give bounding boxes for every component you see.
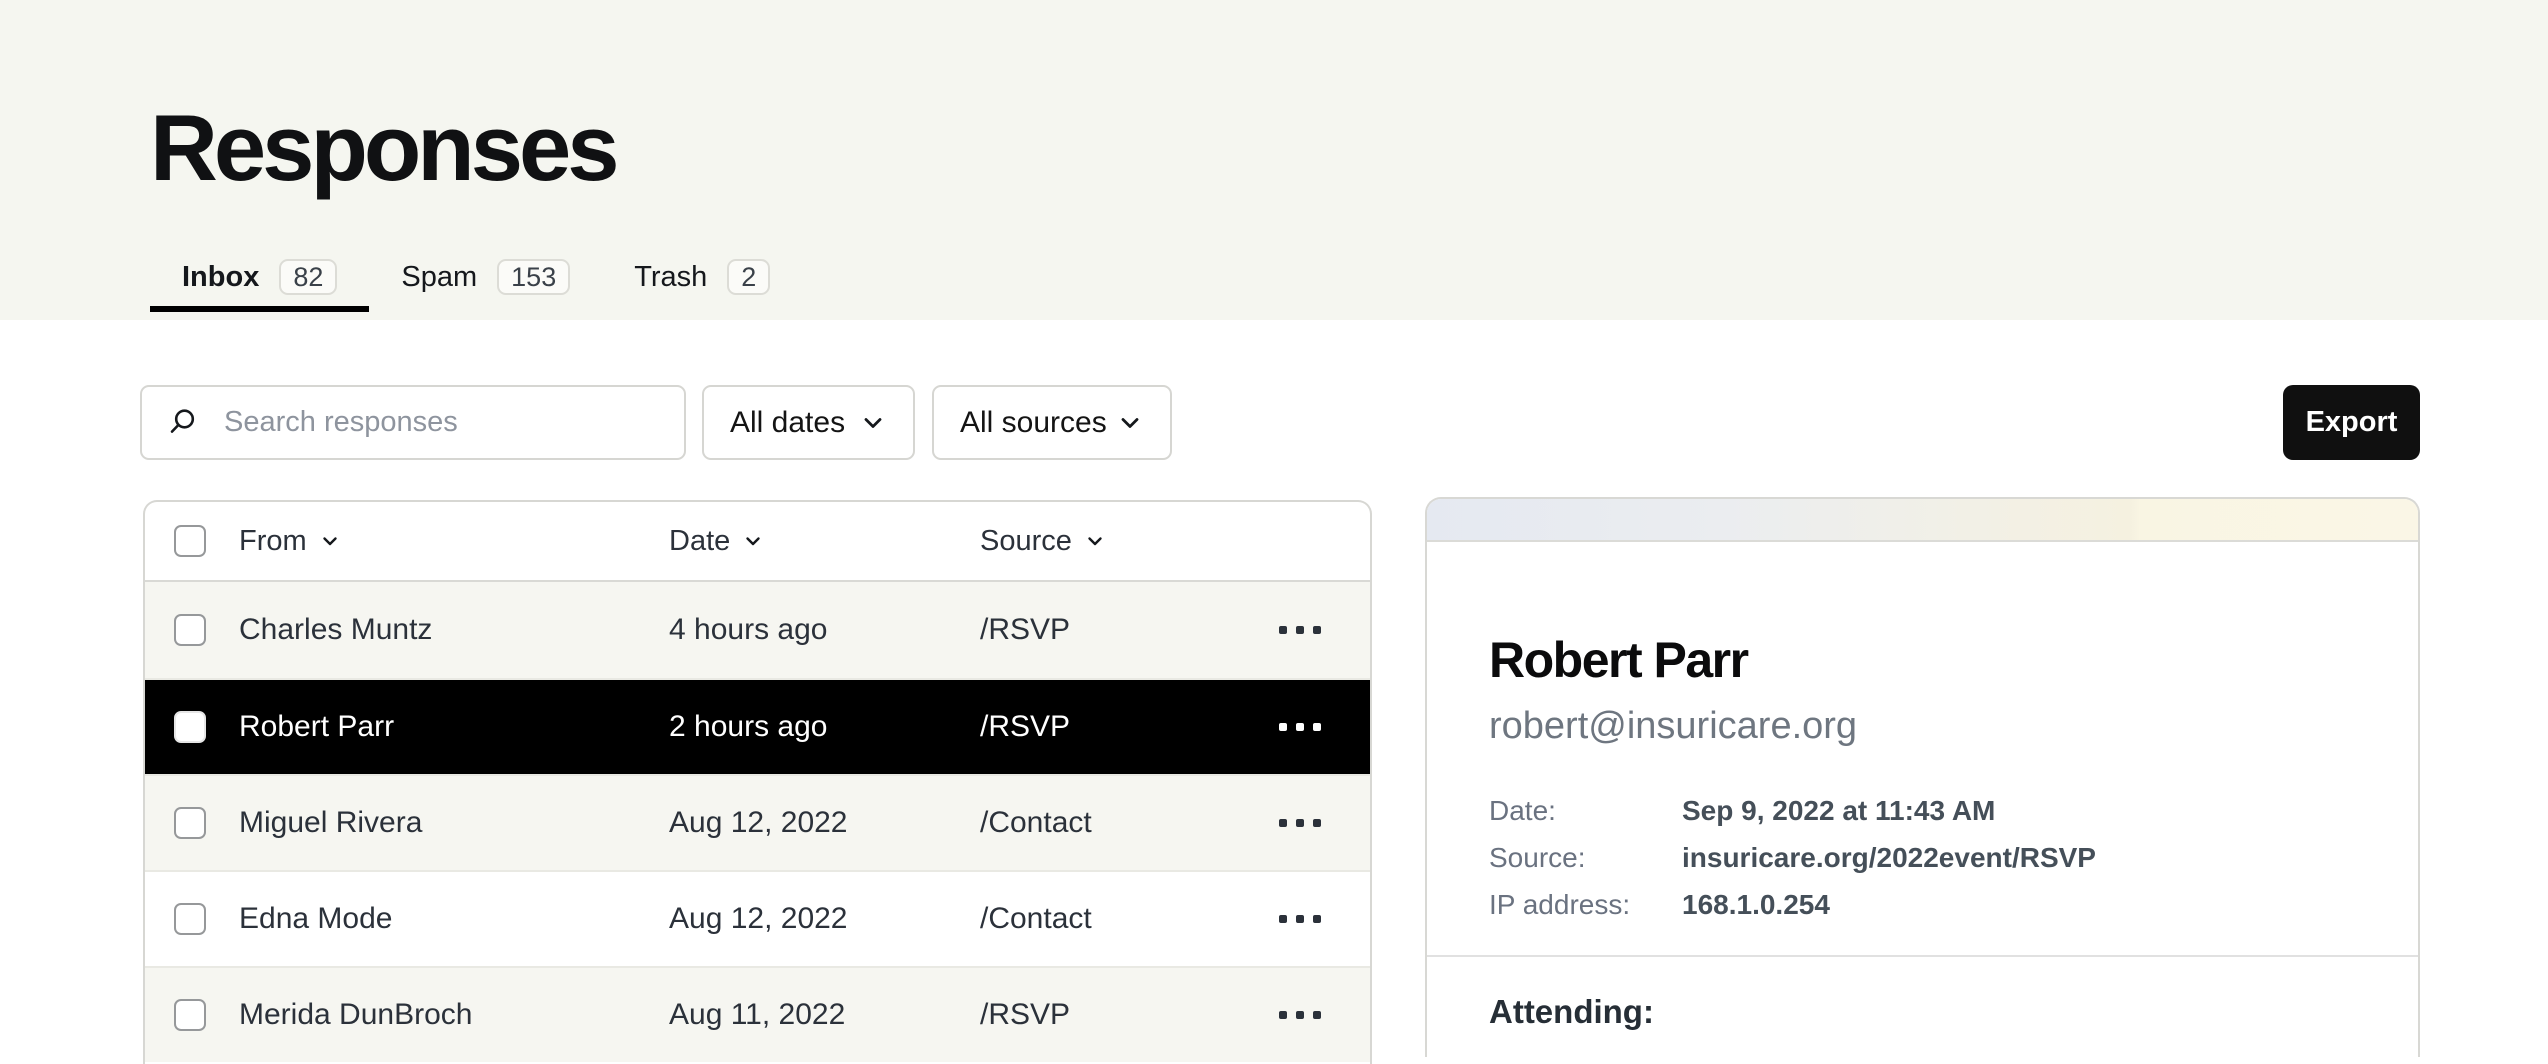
tab-inbox[interactable]: Inbox 82: [150, 248, 369, 312]
detail-name: Robert Parr: [1489, 631, 1748, 689]
search-input[interactable]: [224, 406, 664, 439]
cell-source: /RSVP: [980, 998, 1242, 1032]
cell-from: Edna Mode: [239, 902, 669, 936]
column-header-source[interactable]: Source: [980, 525, 1242, 558]
tab-spam[interactable]: Spam 153: [369, 248, 602, 312]
row-checkbox[interactable]: [174, 903, 206, 935]
meta-value: 168.1.0.254: [1682, 881, 2096, 928]
tab-count-badge: 153: [497, 259, 570, 295]
tab-trash[interactable]: Trash 2: [602, 248, 802, 312]
cell-from: Merida DunBroch: [239, 998, 669, 1032]
sort-chevron-icon: [742, 530, 764, 552]
cell-from: Miguel Rivera: [239, 806, 669, 840]
detail-banner: [1427, 499, 2418, 542]
cell-source: /RSVP: [980, 613, 1242, 647]
cell-source: /Contact: [980, 806, 1242, 840]
detail-divider: [1427, 955, 2418, 957]
row-actions-icon[interactable]: [1261, 626, 1321, 634]
page-title: Responses: [150, 94, 616, 202]
row-checkbox[interactable]: [174, 807, 206, 839]
column-header-from[interactable]: From: [239, 525, 669, 558]
table-row[interactable]: Charles Muntz 4 hours ago /RSVP: [145, 582, 1370, 678]
row-checkbox[interactable]: [174, 614, 206, 646]
sort-chevron-icon: [319, 530, 341, 552]
date-filter-value: All dates: [730, 406, 845, 440]
row-actions-icon[interactable]: [1261, 723, 1321, 731]
detail-email: robert@insuricare.org: [1489, 705, 1857, 748]
table-row[interactable]: Miguel Rivera Aug 12, 2022 /Contact: [145, 774, 1370, 870]
date-filter-dropdown[interactable]: All dates: [702, 385, 915, 460]
tabs-bar: Inbox 82 Spam 153 Trash 2: [150, 248, 802, 312]
row-actions-icon[interactable]: [1261, 915, 1321, 923]
export-button[interactable]: Export: [2283, 385, 2420, 460]
tab-label: Trash: [634, 261, 707, 294]
meta-label: IP address:: [1489, 881, 1682, 928]
cell-source: /Contact: [980, 902, 1242, 936]
cell-from: Charles Muntz: [239, 613, 669, 647]
meta-value: Sep 9, 2022 at 11:43 AM: [1682, 787, 2096, 834]
cell-date: Aug 12, 2022: [669, 902, 980, 936]
tab-count-badge: 82: [279, 259, 337, 295]
column-header-date[interactable]: Date: [669, 525, 980, 558]
chevron-down-icon: [1116, 409, 1144, 437]
search-icon: [167, 407, 198, 438]
tab-label: Inbox: [182, 261, 259, 294]
cell-date: 2 hours ago: [669, 710, 980, 744]
table-header-row: From Date Source: [145, 502, 1370, 582]
detail-section-heading: Attending:: [1489, 993, 1654, 1031]
table-row[interactable]: Merida DunBroch Aug 11, 2022 /RSVP: [145, 966, 1370, 1062]
select-all-checkbox[interactable]: [174, 525, 206, 557]
cell-date: Aug 11, 2022: [669, 998, 980, 1032]
detail-meta-list: Date: Sep 9, 2022 at 11:43 AM Source: in…: [1489, 787, 2096, 928]
source-filter-dropdown[interactable]: All sources: [932, 385, 1172, 460]
tab-label: Spam: [401, 261, 477, 294]
cell-date: 4 hours ago: [669, 613, 980, 647]
meta-label: Date:: [1489, 787, 1682, 834]
table-row[interactable]: Edna Mode Aug 12, 2022 /Contact: [145, 870, 1370, 966]
response-detail-panel: Robert Parr robert@insuricare.org Date: …: [1425, 497, 2420, 1057]
cell-source: /RSVP: [980, 710, 1242, 744]
row-actions-icon[interactable]: [1261, 819, 1321, 827]
sort-chevron-icon: [1084, 530, 1106, 552]
responses-table: From Date Source Charles Muntz 4 hours a…: [143, 500, 1372, 1064]
cell-date: Aug 12, 2022: [669, 806, 980, 840]
source-filter-value: All sources: [960, 406, 1107, 440]
meta-value: insuricare.org/2022event/RSVP: [1682, 834, 2096, 881]
meta-label: Source:: [1489, 834, 1682, 881]
search-box[interactable]: [140, 385, 686, 460]
row-actions-icon[interactable]: [1261, 1011, 1321, 1019]
row-checkbox[interactable]: [174, 999, 206, 1031]
table-row[interactable]: Robert Parr 2 hours ago /RSVP: [145, 678, 1370, 774]
cell-from: Robert Parr: [239, 710, 669, 744]
row-checkbox[interactable]: [174, 711, 206, 743]
chevron-down-icon: [859, 409, 887, 437]
tab-count-badge: 2: [727, 259, 770, 295]
